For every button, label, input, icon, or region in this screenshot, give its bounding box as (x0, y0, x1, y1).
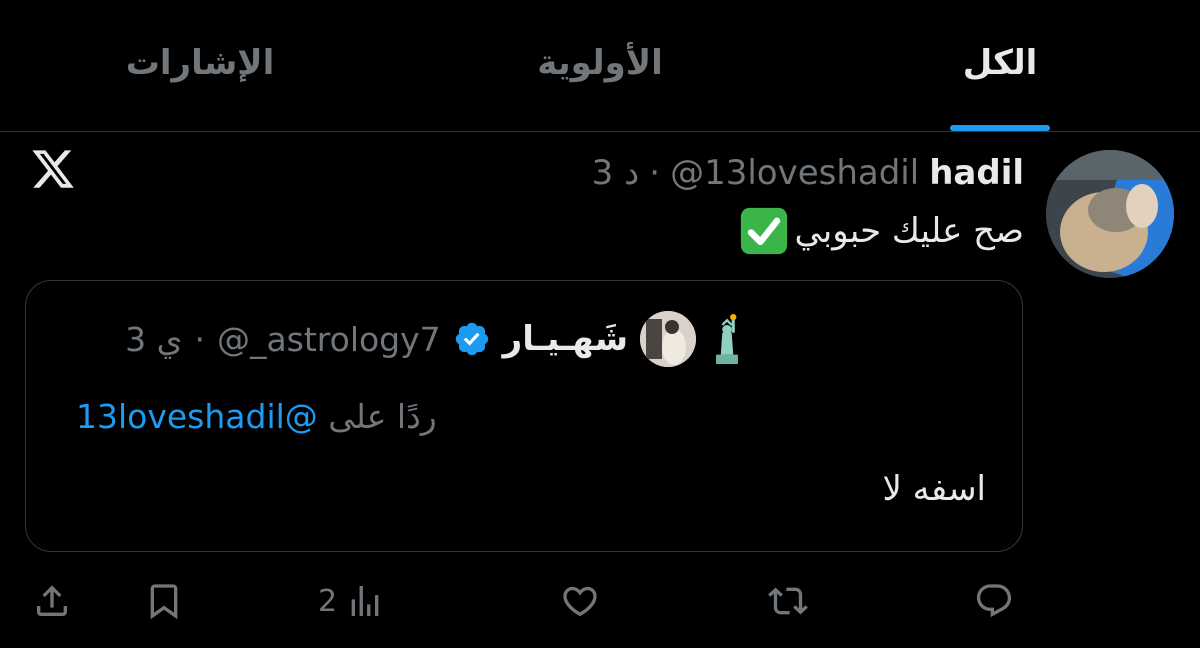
quoted-header-separator: · (194, 319, 205, 359)
author-name[interactable]: hadil (929, 153, 1024, 193)
views-count: 2 (318, 583, 338, 619)
bookmark-icon (150, 584, 178, 620)
like-icon (563, 586, 597, 617)
tab-all-label: الكل (962, 42, 1038, 83)
author-handle[interactable]: @13loveshadil (670, 153, 919, 193)
check-mark-button-emoji (741, 207, 788, 255)
tweet-header: hadil @13loveshadil · 3 د (592, 148, 1024, 198)
header-separator: · (649, 153, 661, 193)
quoted-author-name[interactable]: شَهـيـار (503, 319, 628, 359)
replying-to-label: ردًا على (328, 397, 437, 436)
tab-priority-label: الأولوية (537, 42, 663, 83)
notification-tabs: الكل الأولوية الإشارات (0, 0, 1200, 132)
tab-all[interactable]: الكل (800, 0, 1200, 131)
like-button[interactable] (560, 578, 600, 624)
retweet-icon (768, 587, 808, 615)
tab-mentions-label: الإشارات (125, 42, 275, 83)
tweet-text-content: صح عليك حبوبي (794, 211, 1024, 251)
tweet-time[interactable]: 3 د (592, 153, 640, 193)
replying-to-mention[interactable]: @13loveshadil (76, 397, 318, 436)
reply-button[interactable] (974, 578, 1014, 624)
views-button[interactable]: 2 (318, 578, 385, 624)
share-button[interactable] (32, 578, 72, 624)
quoted-author-avatar-image (640, 311, 696, 367)
quoted-tweet-text: اسفه لا (882, 469, 986, 509)
bookmark-button[interactable] (144, 578, 184, 624)
replying-to-line: ردًا على @13loveshadil (76, 397, 437, 436)
reply-icon (976, 584, 1012, 618)
quoted-author-avatar[interactable] (640, 311, 696, 367)
quoted-tweet-time[interactable]: 3 ي (125, 320, 182, 359)
quoted-author-handle[interactable]: @_astrology7 (217, 320, 441, 359)
quoted-tweet-card[interactable]: شَهـيـار @_astrology7 · 3 ي ردًا على @13… (25, 280, 1023, 552)
notifications-page: الكل الأولوية الإشارات hadil @13loveshad… (0, 0, 1200, 648)
tab-mentions[interactable]: الإشارات (0, 0, 400, 131)
tweet-text: صح عليك حبوبي (738, 205, 1024, 257)
x-logo-icon (32, 150, 74, 188)
quoted-tweet-header: شَهـيـار @_astrology7 · 3 ي (125, 311, 746, 367)
author-avatar[interactable] (1046, 150, 1174, 278)
tab-priority[interactable]: الأولوية (400, 0, 800, 131)
verified-badge-icon (455, 322, 488, 356)
views-icon (351, 586, 379, 616)
statue-of-liberty-emoji (716, 314, 738, 364)
author-avatar-image (1046, 150, 1174, 278)
active-tab-indicator (950, 125, 1050, 131)
share-icon (37, 585, 67, 616)
retweet-button[interactable] (768, 578, 808, 624)
